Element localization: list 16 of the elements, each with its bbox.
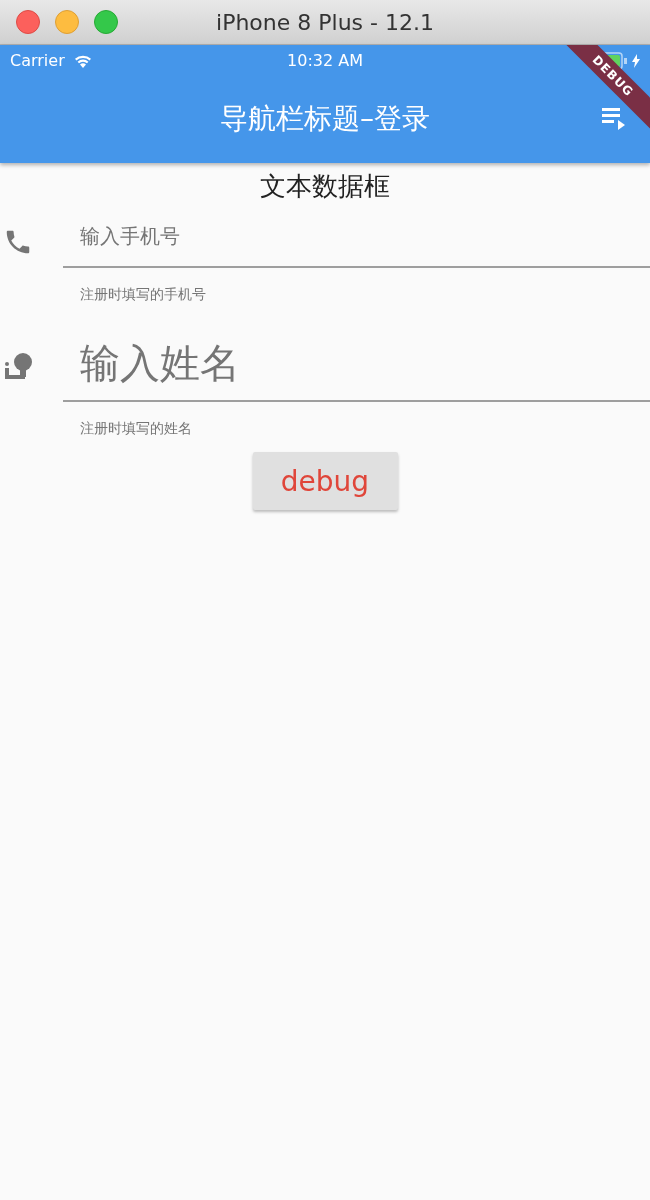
app-bar-title: 导航栏标题–登录: [220, 101, 430, 137]
helper-text: 注册时填写的姓名: [80, 420, 192, 438]
status-time: 10:32 AM: [287, 50, 363, 70]
close-button[interactable]: [16, 10, 40, 34]
text-field[interactable]: 输入姓名: [63, 330, 650, 402]
helper-text: 注册时填写的手机号: [80, 286, 206, 304]
debug-button[interactable]: debug: [252, 452, 398, 510]
carrier-label: Carrier: [10, 50, 65, 70]
charging-icon: [632, 54, 640, 68]
minimize-button[interactable]: [55, 10, 79, 34]
window-title: iPhone 8 Plus - 12.1: [216, 9, 434, 35]
zoom-button[interactable]: [94, 10, 118, 34]
person-pin-icon: [3, 351, 35, 381]
playlist-icon[interactable]: [602, 108, 626, 130]
text-field[interactable]: 输入手机号: [63, 216, 650, 268]
section-heading: 文本数据框: [260, 171, 390, 201]
